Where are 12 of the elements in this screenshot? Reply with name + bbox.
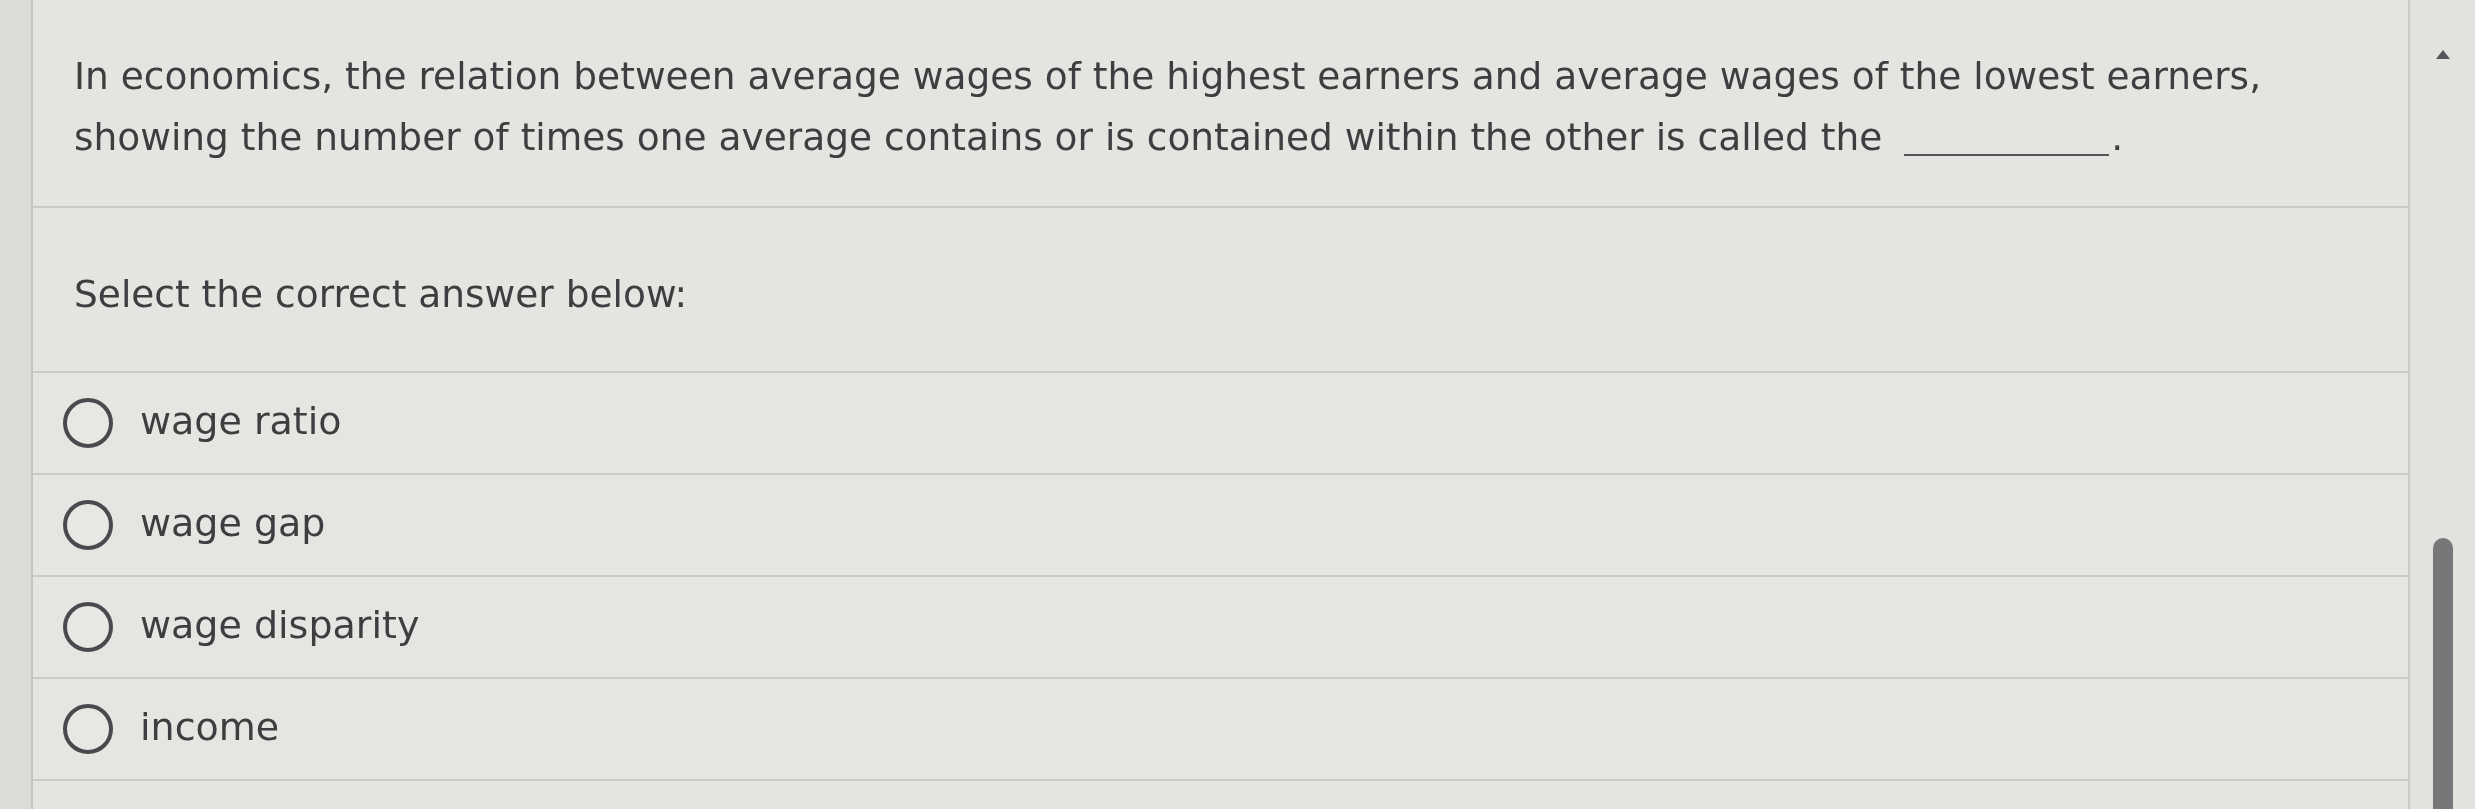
radio-button[interactable] (63, 398, 113, 448)
radio-button[interactable] (63, 500, 113, 550)
scroll-up-icon[interactable] (2435, 50, 2450, 59)
prompt-text: Select the correct answer below: (74, 271, 689, 318)
option-label: income (140, 704, 280, 751)
option-label: wage ratio (140, 398, 342, 445)
radio-button[interactable] (63, 602, 113, 652)
option-label: wage disparity (140, 602, 420, 649)
option-label: wage gap (140, 500, 326, 547)
question-text: In economics, the relation between average wages of the highest earners and average wages of the lowest earners, showing the number of times one average contains or is contained within the other is called the . (74, 53, 2263, 161)
radio-button[interactable] (63, 704, 113, 754)
scrollbar-thumb[interactable] (2432, 538, 2453, 809)
